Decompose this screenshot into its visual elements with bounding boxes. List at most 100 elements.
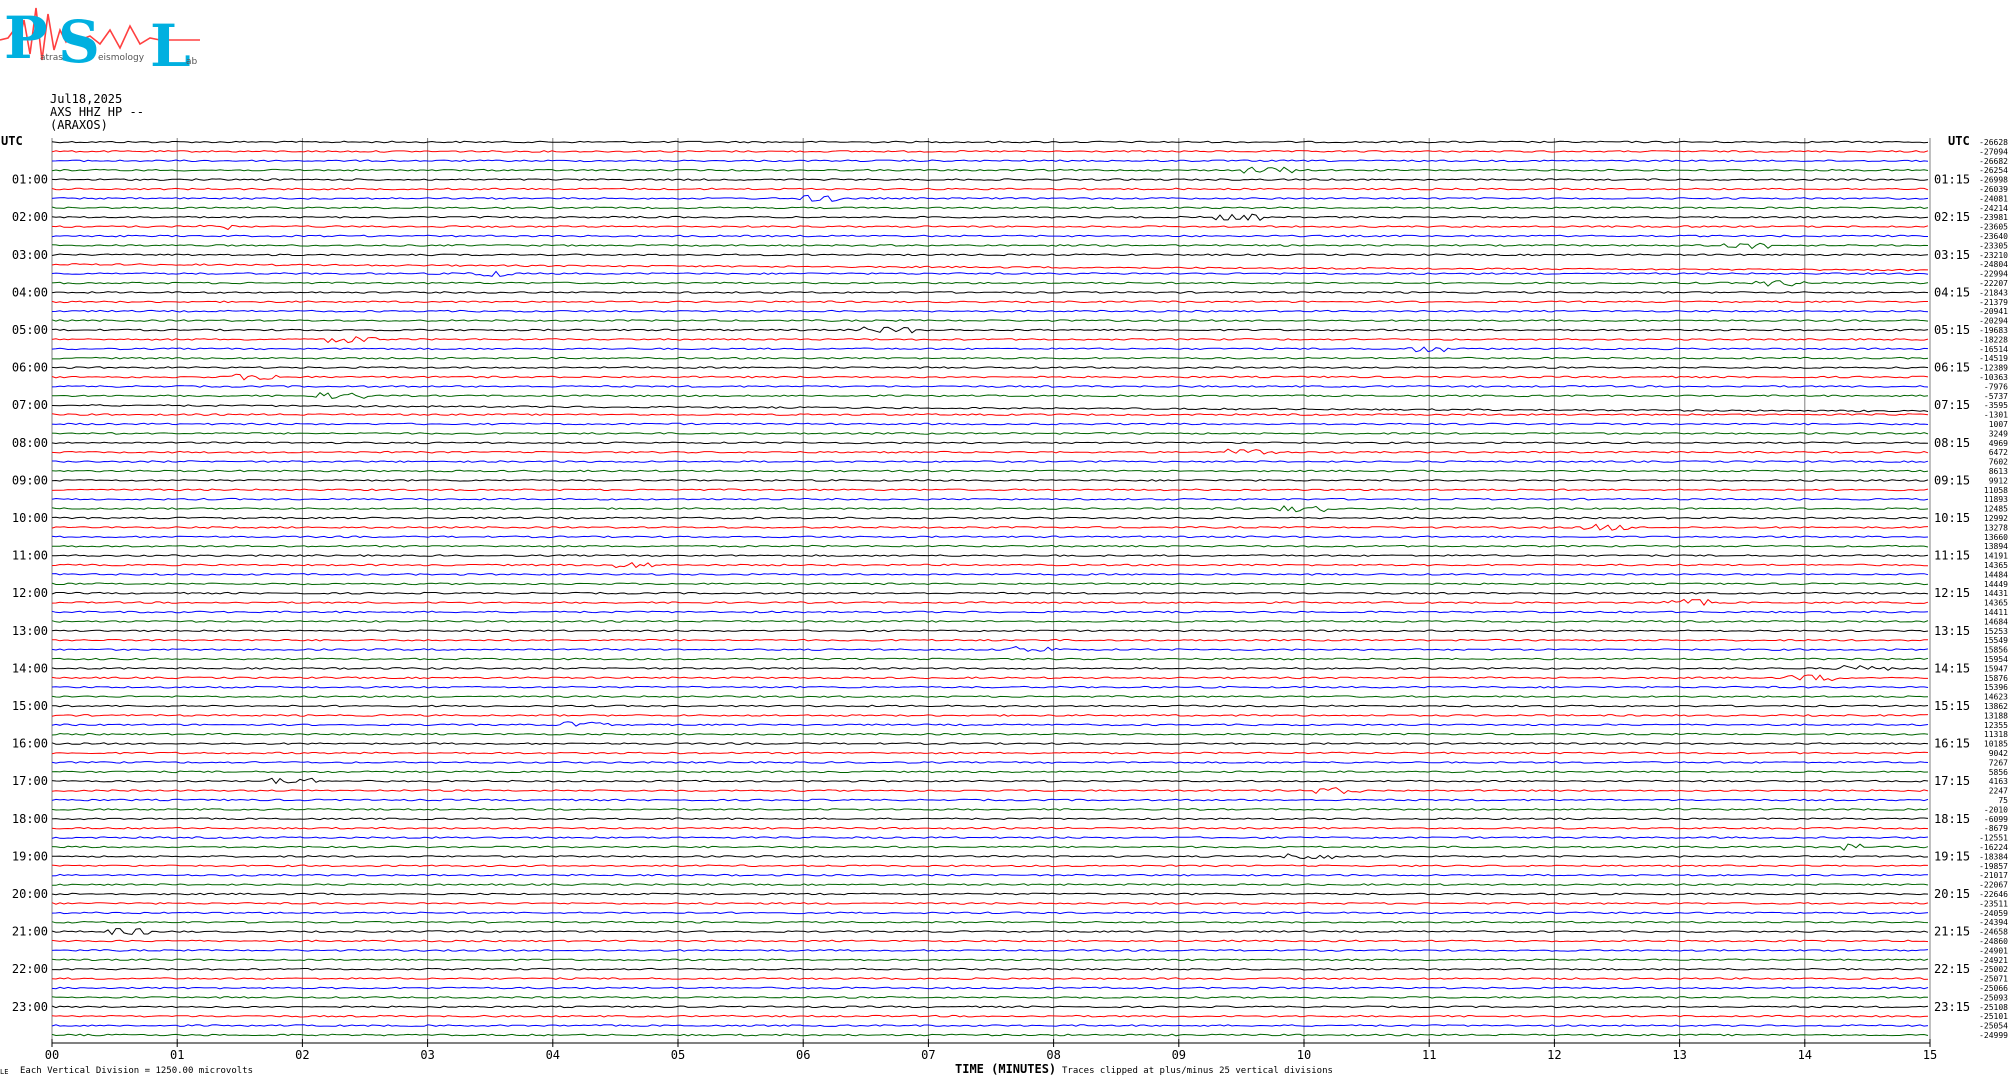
trace-offset-34: 6472 xyxy=(1989,448,2008,457)
trace-offset-52: 14684 xyxy=(1984,617,2008,626)
trace-offset-78: -19857 xyxy=(1979,862,2008,871)
trace-offset-90: -25071 xyxy=(1979,975,2008,984)
right-hour-label-14:15: 14:15 xyxy=(1934,661,1970,675)
left-hour-label-10:00: 10:00 xyxy=(12,511,48,525)
trace-offset-28: -5737 xyxy=(1984,392,2008,401)
trace-offset-15: -22994 xyxy=(1979,270,2008,279)
trace-offset-81: -22646 xyxy=(1979,890,2008,899)
trace-18 xyxy=(51,300,1928,304)
trace-61 xyxy=(52,704,1929,708)
trace-17 xyxy=(51,291,1929,294)
trace-offset-85: -24658 xyxy=(1979,928,2008,937)
right-hour-label-20:15: 20:15 xyxy=(1934,887,1970,901)
trace-43 xyxy=(51,535,1929,539)
trace-42 xyxy=(51,523,1929,531)
left-hour-label-09:00: 09:00 xyxy=(12,473,48,487)
trace-83 xyxy=(51,911,1929,915)
trace-26 xyxy=(51,373,1929,381)
trace-offset-88: -24921 xyxy=(1979,956,2008,965)
right-hour-label-23:15: 23:15 xyxy=(1934,1000,1970,1014)
right-hour-label-04:15: 04:15 xyxy=(1934,285,1970,299)
left-hour-label-02:00: 02:00 xyxy=(12,210,48,224)
trace-offset-1: -26628 xyxy=(1979,138,2008,147)
trace-38 xyxy=(51,488,1929,492)
trace-48 xyxy=(51,582,1929,586)
trace-9 xyxy=(51,213,1929,221)
trace-offset-37: 9912 xyxy=(1989,476,2008,485)
trace-offset-7: -24081 xyxy=(1979,194,2008,203)
left-hour-label-17:00: 17:00 xyxy=(12,774,48,788)
trace-54 xyxy=(52,638,1928,642)
right-hour-label-03:15: 03:15 xyxy=(1934,248,1970,262)
trace-76 xyxy=(51,843,1929,851)
trace-41 xyxy=(51,516,1929,520)
trace-89 xyxy=(52,967,1929,971)
trace-49 xyxy=(51,591,1929,595)
trace-75 xyxy=(51,836,1929,839)
left-hour-label-22:00: 22:00 xyxy=(12,962,48,976)
trace-offset-67: 7267 xyxy=(1989,758,2008,767)
trace-offset-59: 15396 xyxy=(1984,683,2008,692)
trace-offset-12: -23305 xyxy=(1979,241,2008,250)
trace-offset-4: -26254 xyxy=(1979,166,2008,175)
trace-36 xyxy=(51,469,1929,473)
trace-5 xyxy=(51,178,1929,181)
trace-22 xyxy=(51,336,1929,344)
left-hour-label-16:00: 16:00 xyxy=(12,737,48,751)
trace-86 xyxy=(51,939,1929,943)
left-hour-label-13:00: 13:00 xyxy=(12,624,48,638)
right-hour-label-08:15: 08:15 xyxy=(1934,436,1970,450)
trace-offset-71: 75 xyxy=(1998,796,2008,805)
trace-52 xyxy=(51,620,1929,623)
right-hour-label-19:15: 19:15 xyxy=(1934,849,1970,863)
helicorder-plot: -26628-27094-26682-26254-26998-26039-240… xyxy=(1,134,2008,1062)
trace-33 xyxy=(51,441,1929,445)
left-hour-label-04:00: 04:00 xyxy=(12,285,48,299)
trace-offset-31: 1007 xyxy=(1989,420,2008,429)
trace-31 xyxy=(51,422,1929,426)
x-tick-label-05: 05 xyxy=(671,1048,685,1062)
x-axis-title: TIME (MINUTES) xyxy=(955,1062,1057,1076)
trace-85 xyxy=(51,928,1929,936)
trace-71 xyxy=(51,798,1929,802)
trace-offset-46: 14365 xyxy=(1984,561,2008,570)
right-hour-label-05:15: 05:15 xyxy=(1934,323,1970,337)
trace-94 xyxy=(51,1014,1929,1018)
x-tick-label-03: 03 xyxy=(420,1048,434,1062)
trace-offset-60: 14623 xyxy=(1984,693,2008,702)
trace-offset-62: 13188 xyxy=(1984,711,2008,720)
trace-offset-63: 12355 xyxy=(1984,721,2008,730)
trace-offset-16: -22207 xyxy=(1979,279,2008,288)
trace-4 xyxy=(51,166,1929,174)
trace-60 xyxy=(51,695,1929,698)
trace-offset-54: 15549 xyxy=(1984,636,2008,645)
x-tick-label-08: 08 xyxy=(1046,1048,1060,1062)
trace-offset-83: -24059 xyxy=(1979,909,2008,918)
trace-78 xyxy=(51,864,1929,868)
trace-29 xyxy=(51,404,1929,413)
trace-offset-41: 12992 xyxy=(1984,514,2008,523)
left-hour-label-14:00: 14:00 xyxy=(12,661,48,675)
trace-offset-95: -25054 xyxy=(1979,1022,2008,1031)
trace-offset-47: 14484 xyxy=(1984,570,2008,579)
trace-offset-27: -7976 xyxy=(1984,382,2008,391)
trace-offset-58: 15876 xyxy=(1984,674,2008,683)
left-hour-label-23:00: 23:00 xyxy=(12,1000,48,1014)
trace-62 xyxy=(51,714,1929,717)
trace-34 xyxy=(51,448,1929,455)
trace-39 xyxy=(51,497,1929,501)
trace-offset-17: -21843 xyxy=(1979,288,2008,297)
trace-30 xyxy=(51,413,1929,416)
trace-14 xyxy=(51,263,1929,272)
x-tick-label-07: 07 xyxy=(921,1048,935,1062)
trace-7 xyxy=(51,194,1929,202)
trace-offset-2: -27094 xyxy=(1979,147,2008,156)
trace-66 xyxy=(51,751,1929,755)
trace-35 xyxy=(52,460,1929,463)
trace-offset-44: 13894 xyxy=(1984,542,2008,551)
trace-offset-19: -20941 xyxy=(1979,307,2008,316)
trace-11 xyxy=(51,234,1928,238)
trace-45 xyxy=(52,554,1929,557)
left-hour-label-01:00: 01:00 xyxy=(12,173,48,187)
trace-88 xyxy=(51,958,1929,962)
